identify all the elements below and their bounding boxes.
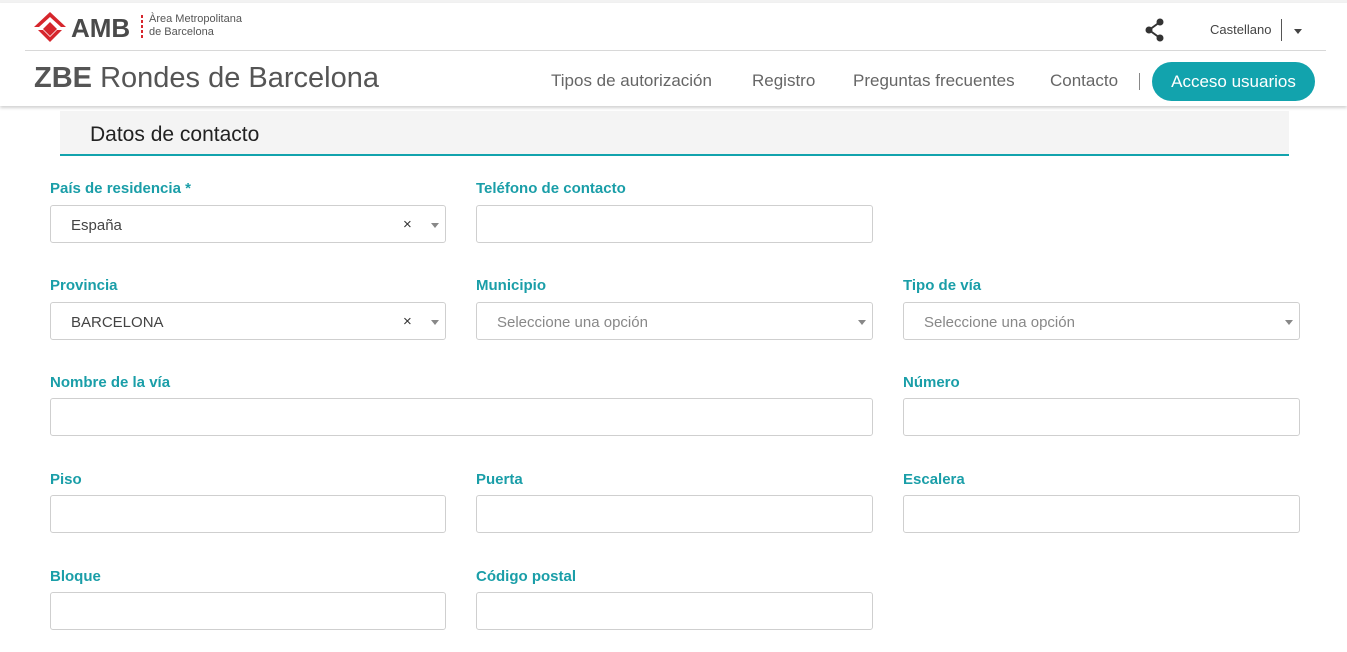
- language-selector[interactable]: Castellano: [1210, 22, 1271, 37]
- floor-input[interactable]: [51, 496, 445, 532]
- chevron-down-icon[interactable]: [431, 223, 439, 228]
- number-field[interactable]: [903, 398, 1300, 436]
- section-title: Datos de contacto: [90, 123, 260, 146]
- province-value: BARCELONA: [71, 314, 164, 331]
- country-select[interactable]: España ×: [50, 205, 446, 243]
- site-title-bold: ZBE: [34, 62, 92, 94]
- chevron-down-icon[interactable]: [858, 320, 866, 325]
- phone-input[interactable]: [477, 206, 872, 242]
- chevron-down-icon[interactable]: [1285, 320, 1293, 325]
- postal-code-input[interactable]: [477, 593, 872, 629]
- door-label: Puerta: [476, 471, 523, 488]
- section-header: Datos de contacto: [60, 111, 1289, 156]
- chevron-down-icon[interactable]: [431, 320, 439, 325]
- street-name-input[interactable]: [51, 399, 872, 435]
- floor-field[interactable]: [50, 495, 446, 533]
- close-icon[interactable]: ×: [403, 216, 412, 233]
- amb-diamond-logo-icon: [34, 12, 66, 42]
- nav-contacto[interactable]: Contacto: [1050, 71, 1118, 91]
- street-name-label: Nombre de la vía: [50, 374, 171, 391]
- country-value: España: [71, 217, 122, 234]
- header-divider: [25, 50, 1326, 51]
- block-label: Bloque: [50, 568, 101, 585]
- street-type-label: Tipo de vía: [903, 277, 982, 294]
- staircase-input[interactable]: [904, 496, 1299, 532]
- staircase-label: Escalera: [903, 471, 965, 488]
- number-label: Número: [903, 374, 960, 391]
- site-title-text: Rondes de Barcelona: [100, 62, 379, 94]
- nav-registro[interactable]: Registro: [752, 71, 815, 91]
- door-field[interactable]: [476, 495, 873, 533]
- municipality-select[interactable]: Seleccione una opción: [476, 302, 873, 340]
- number-input[interactable]: [904, 399, 1299, 435]
- street-name-field[interactable]: [50, 398, 873, 436]
- logo-subtitle-line2: de Barcelona: [149, 26, 214, 38]
- door-input[interactable]: [477, 496, 872, 532]
- country-label: País de residencia *: [50, 180, 191, 197]
- logo-subtitle: Àrea Metropolitana de Barcelona: [149, 13, 242, 39]
- logo-separator: [141, 15, 143, 39]
- chevron-down-icon[interactable]: [1294, 29, 1302, 34]
- postal-code-field[interactable]: [476, 592, 873, 630]
- block-input[interactable]: [51, 593, 445, 629]
- province-label: Provincia: [50, 277, 118, 294]
- municipality-label: Municipio: [476, 277, 546, 294]
- floor-label: Piso: [50, 471, 82, 488]
- site-title[interactable]: ZBE Rondes de Barcelona: [34, 62, 379, 95]
- nav-tipos-autorizacion[interactable]: Tipos de autorización: [551, 71, 712, 91]
- staircase-field[interactable]: [903, 495, 1300, 533]
- municipality-placeholder: Seleccione una opción: [497, 314, 648, 331]
- site-header: AMB Àrea Metropolitana de Barcelona Cast…: [0, 3, 1347, 106]
- nav-divider: [1139, 73, 1140, 90]
- street-type-placeholder: Seleccione una opción: [924, 314, 1075, 331]
- share-icon[interactable]: [1144, 18, 1166, 42]
- language-divider: [1281, 19, 1282, 41]
- nav-preguntas-frecuentes[interactable]: Preguntas frecuentes: [853, 71, 1015, 91]
- close-icon[interactable]: ×: [403, 313, 412, 330]
- logo-subtitle-line1: Àrea Metropolitana: [149, 13, 242, 25]
- phone-field[interactable]: [476, 205, 873, 243]
- block-field[interactable]: [50, 592, 446, 630]
- province-select[interactable]: BARCELONA ×: [50, 302, 446, 340]
- access-users-button[interactable]: Acceso usuarios: [1152, 62, 1315, 101]
- street-type-select[interactable]: Seleccione una opción: [903, 302, 1300, 340]
- phone-label: Teléfono de contacto: [476, 180, 626, 197]
- logo-text: AMB: [71, 13, 131, 43]
- postal-code-label: Código postal: [476, 568, 576, 585]
